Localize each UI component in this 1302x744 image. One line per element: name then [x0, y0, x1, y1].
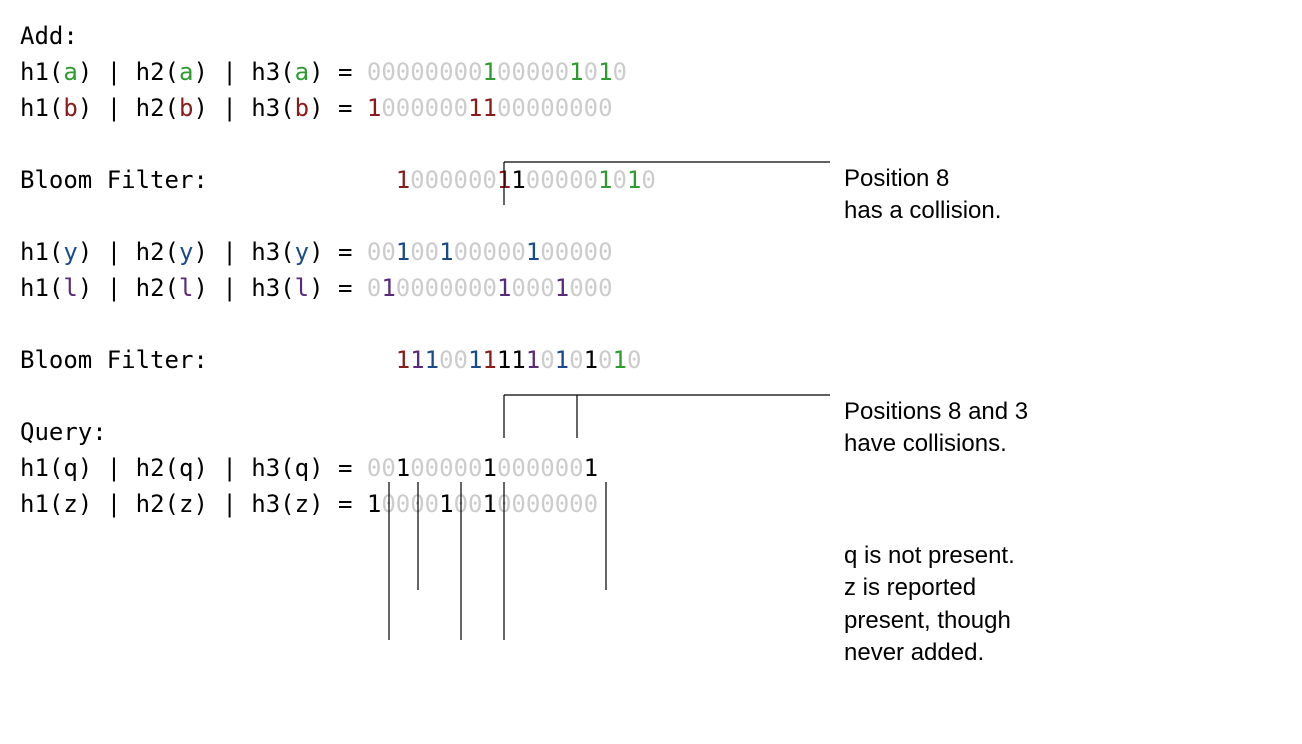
label-query: Query:	[20, 414, 1282, 450]
row-z: h1(z) | h2(z) | h3(z) = 1000010010000000	[20, 486, 1282, 522]
row-bf1: Bloom Filter: 100000011000001010	[20, 162, 1282, 198]
row-b: h1(b) | h2(b) | h3(b) = 1000000110000000…	[20, 90, 1282, 126]
row-y: h1(y) | h2(y) | h3(y) = 0010010000010000…	[20, 234, 1282, 270]
annotation-collision-2: Positions 8 and 3have collisions.	[844, 396, 1028, 461]
annotation-query: q is not present.z is reportedpresent, t…	[844, 540, 1015, 670]
row-q: h1(q) | h2(q) | h3(q) = 0010000010000001	[20, 450, 1282, 486]
label-add: Add:	[20, 18, 1282, 54]
row-a: h1(a) | h2(a) | h3(a) = 0000000010000010…	[20, 54, 1282, 90]
row-l: h1(l) | h2(l) | h3(l) = 0100000001000100…	[20, 270, 1282, 306]
annotation-collision-1: Position 8has a collision.	[844, 163, 1001, 228]
row-bf2: Bloom Filter: 11100111110101010	[20, 342, 1282, 378]
